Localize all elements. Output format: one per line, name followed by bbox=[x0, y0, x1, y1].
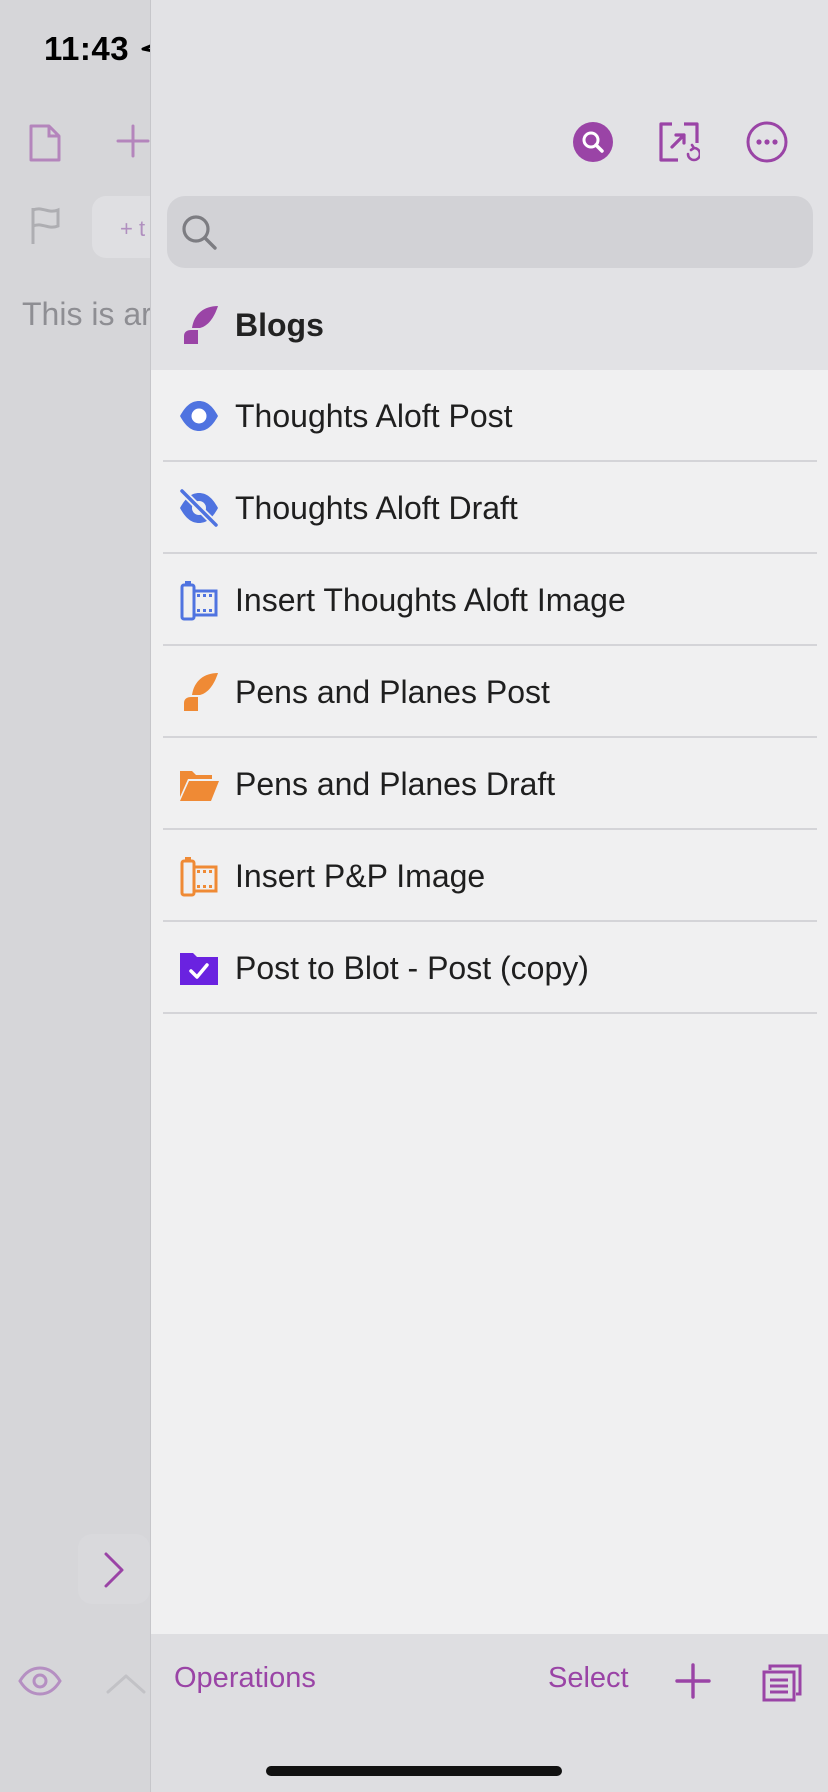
chevron-up-icon[interactable] bbox=[106, 1672, 146, 1694]
add-action-button[interactable] bbox=[674, 1662, 712, 1700]
action-log-button[interactable] bbox=[657, 120, 701, 164]
chevron-right-icon bbox=[104, 1552, 124, 1588]
actions-list: Thoughts Aloft Post Thoughts Aloft Draft bbox=[151, 370, 828, 1014]
status-time-text: 11:43 bbox=[44, 30, 130, 67]
document-icon[interactable] bbox=[28, 124, 62, 162]
list-item[interactable]: Pens and Planes Draft bbox=[151, 738, 828, 830]
more-button[interactable] bbox=[745, 120, 789, 164]
actions-panel: Blogs Thoughts Aloft Post Thoughts Aloft… bbox=[150, 0, 828, 1792]
list-item[interactable]: Post to Blot - Post (copy) bbox=[151, 922, 828, 1014]
tag-button[interactable]: + t bbox=[92, 196, 150, 258]
eye-icon bbox=[177, 394, 221, 438]
item-label: Pens and Planes Post bbox=[235, 673, 550, 710]
item-label: Thoughts Aloft Draft bbox=[235, 489, 518, 526]
item-label: Insert Thoughts Aloft Image bbox=[235, 581, 626, 618]
magnifying-glass-icon bbox=[182, 215, 217, 250]
editor-body-text: This is ar bbox=[22, 296, 150, 332]
expand-button[interactable] bbox=[78, 1534, 150, 1604]
search-field[interactable] bbox=[167, 196, 813, 268]
home-indicator[interactable] bbox=[266, 1766, 562, 1776]
search-button[interactable] bbox=[571, 120, 615, 164]
list-item[interactable]: Insert Thoughts Aloft Image bbox=[151, 554, 828, 646]
film-icon bbox=[177, 578, 221, 622]
background-editor: + t This is ar bbox=[0, 0, 150, 1792]
editor-toolbar bbox=[0, 1634, 150, 1792]
item-label: Pens and Planes Draft bbox=[235, 765, 556, 802]
select-button[interactable]: Select bbox=[548, 1662, 629, 1695]
list-item[interactable]: Thoughts Aloft Draft bbox=[151, 462, 828, 554]
action-log-icon bbox=[659, 122, 700, 162]
group-label: Blogs bbox=[235, 306, 324, 343]
film-icon bbox=[177, 854, 221, 898]
eye-slash-icon bbox=[177, 486, 221, 530]
item-label: Post to Blot - Post (copy) bbox=[235, 949, 589, 986]
folder-check-icon bbox=[177, 946, 221, 990]
status-time: 11:43 bbox=[44, 30, 167, 68]
item-label: Insert P&P Image bbox=[235, 857, 486, 894]
quill-icon bbox=[177, 303, 221, 347]
search-circle-icon bbox=[573, 122, 613, 162]
search-input[interactable] bbox=[227, 206, 797, 258]
action-groups-icon[interactable] bbox=[762, 1662, 802, 1702]
divider bbox=[163, 1012, 817, 1014]
flag-icon[interactable] bbox=[30, 206, 62, 246]
group-blogs[interactable]: Blogs bbox=[151, 280, 828, 370]
ellipsis-circle-icon bbox=[746, 121, 788, 163]
list-item[interactable]: Pens and Planes Post bbox=[151, 646, 828, 738]
eye-outline-icon[interactable] bbox=[18, 1666, 62, 1696]
operations-button[interactable]: Operations bbox=[174, 1662, 316, 1695]
list-item[interactable]: Insert P&P Image bbox=[151, 830, 828, 922]
folder-open-icon bbox=[177, 762, 221, 806]
plus-icon[interactable] bbox=[116, 124, 150, 158]
item-label: Thoughts Aloft Post bbox=[235, 397, 513, 434]
quill-icon bbox=[177, 670, 221, 714]
list-item[interactable]: Thoughts Aloft Post bbox=[151, 370, 828, 462]
